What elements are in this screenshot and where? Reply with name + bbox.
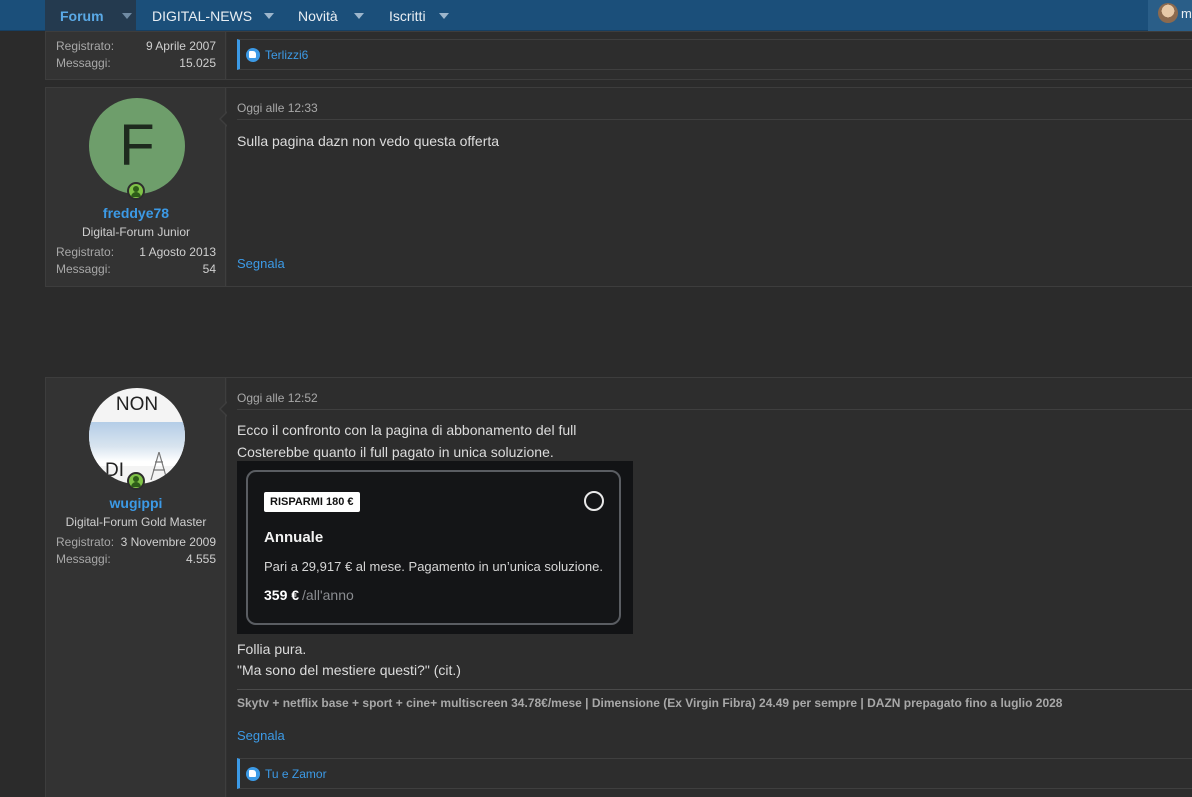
post-text-line: Follia pura. (237, 641, 307, 657)
tab-digital-news-label: DIGITAL-NEWS (152, 7, 253, 24)
avatar (1158, 3, 1178, 23)
savings-badge: RISPARMI 180 € (264, 492, 360, 512)
avatar[interactable]: F (89, 98, 185, 194)
avatar-text-bottom: DI (105, 460, 124, 481)
messages-label: Messaggi: (56, 56, 111, 70)
like-icon (246, 47, 260, 62)
messages-row: Messaggi: 15.025 (56, 56, 216, 70)
user-title: Digital-Forum Gold Master (65, 515, 207, 529)
chevron-down-icon[interactable] (438, 12, 449, 19)
messages-value: 4.555 (185, 552, 216, 566)
avatar[interactable]: NON DI (89, 388, 185, 484)
registered-row: Registrato: 1 Agosto 2013 (56, 245, 216, 259)
registered-row: Registrato: 9 Aprile 2007 (56, 39, 216, 53)
plan-description: Pari a 29,917 € al mese. Pagamento in un… (264, 559, 603, 574)
messages-label: Messaggi: (56, 262, 111, 276)
report-link[interactable]: Segnala (237, 256, 285, 271)
registered-value: 3 Novembre 2009 (120, 535, 216, 549)
signature: Skytv + netflix base + sport + cine+ mul… (237, 696, 1063, 710)
post-body: Oggi alle 12:52 Ecco il confronto con la… (227, 378, 1192, 797)
avatar-text-top: NON (115, 394, 159, 415)
post: F freddye78 Digital-Forum Junior Registr… (45, 87, 1192, 287)
username[interactable]: wugippi (46, 495, 226, 511)
tab-forum-label: Forum (60, 7, 104, 24)
reactions-users[interactable]: Tu e Zamor (265, 767, 327, 781)
post-author: NON DI wugippi Digital-Forum Gold Master… (46, 378, 226, 797)
registered-row: Registrato: 3 Novembre 2009 (56, 535, 216, 549)
avatar-letter: F (119, 113, 155, 178)
tab-iscritti[interactable]: Iscritti (389, 0, 449, 31)
embedded-image[interactable]: RISPARMI 180 € Annuale Pari a 29,917 € a… (237, 461, 633, 634)
online-status-icon (127, 182, 145, 200)
chevron-down-icon[interactable] (353, 12, 364, 19)
plan-card: RISPARMI 180 € Annuale Pari a 29,917 € a… (246, 470, 621, 625)
tab-iscritti-label: Iscritti (389, 7, 426, 24)
registered-value: 1 Agosto 2013 (139, 245, 216, 259)
post-date[interactable]: Oggi alle 12:52 (237, 391, 318, 405)
divider (237, 409, 1192, 410)
online-status-icon (127, 472, 145, 490)
like-icon (246, 766, 260, 781)
reactions-users[interactable]: Terlizzi6 (265, 48, 308, 62)
post-text-line: Costerebbe quanto il full pagato in unic… (237, 444, 554, 460)
post-date[interactable]: Oggi alle 12:33 (237, 101, 318, 115)
messages-row: Messaggi: 4.555 (56, 552, 216, 566)
pylon-icon (150, 452, 168, 480)
plan-price: 359 € (264, 587, 300, 603)
user-name: m (1181, 6, 1192, 21)
tab-digital-news[interactable]: DIGITAL-NEWS (152, 0, 275, 31)
post-author: Registrato: 9 Aprile 2007 Messaggi: 15.0… (46, 32, 226, 79)
radio-icon (584, 491, 604, 511)
chevron-down-icon[interactable] (264, 12, 275, 19)
user-menu[interactable]: m (1148, 0, 1192, 31)
username[interactable]: freddye78 (46, 205, 226, 221)
report-link[interactable]: Segnala (237, 728, 285, 743)
post-text: Sulla pagina dazn non vedo questa offert… (237, 133, 500, 149)
messages-value: 54 (202, 262, 216, 276)
tab-novita[interactable]: Novità (298, 0, 364, 31)
post: Registrato: 9 Aprile 2007 Messaggi: 15.0… (45, 31, 1192, 80)
messages-row: Messaggi: 54 (56, 262, 216, 276)
post-body: Oggi alle 12:33 Sulla pagina dazn non ve… (227, 88, 1192, 286)
post: NON DI wugippi Digital-Forum Gold Master… (45, 377, 1192, 797)
tab-forum[interactable]: Forum (45, 0, 136, 31)
plan-price-row: 359 €/all'anno (264, 587, 354, 603)
messages-label: Messaggi: (56, 552, 111, 566)
post-text-line: Ecco il confronto con la pagina di abbon… (237, 422, 577, 438)
divider (237, 119, 1192, 120)
plan-title: Annuale (264, 529, 324, 546)
reactions-bar[interactable]: Tu e Zamor (237, 758, 1192, 789)
post-text-line: "Ma sono del mestiere questi?" (cit.) (237, 662, 461, 678)
signature-divider (237, 689, 1192, 690)
tab-novita-label: Novità (298, 7, 338, 24)
top-navigation: Forum DIGITAL-NEWS Novità Iscritti m (0, 0, 1192, 31)
plan-period: /all'anno (302, 587, 354, 603)
user-title: Digital-Forum Junior (81, 225, 191, 239)
post-author: F freddye78 Digital-Forum Junior Registr… (46, 88, 226, 286)
chevron-down-icon[interactable] (121, 12, 132, 19)
post-body: Terlizzi6 (227, 32, 1192, 79)
registered-label: Registrato: (56, 39, 115, 53)
registered-label: Registrato: (56, 535, 115, 549)
reactions-bar[interactable]: Terlizzi6 (237, 39, 1192, 70)
messages-value: 15.025 (179, 56, 216, 70)
registered-label: Registrato: (56, 245, 115, 259)
registered-value: 9 Aprile 2007 (145, 39, 216, 53)
